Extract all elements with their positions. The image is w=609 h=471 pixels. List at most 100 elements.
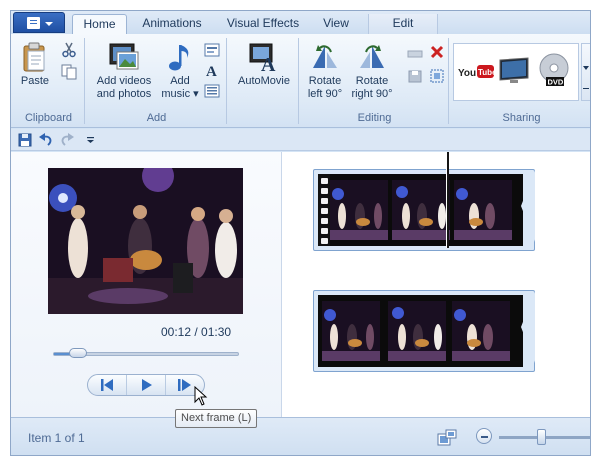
play-button[interactable] (127, 375, 166, 395)
playhead[interactable] (446, 152, 449, 248)
caption-icon[interactable]: A (204, 62, 220, 80)
rotate-left-icon (309, 42, 341, 72)
tab-visual-effects[interactable]: Visual Effects (215, 14, 311, 34)
youtube-you-text: You (458, 68, 476, 79)
add-music-line2: music ▾ (161, 88, 199, 100)
automovie-label: AutoMovie (238, 75, 290, 87)
svg-text:A: A (261, 54, 276, 72)
tab-edit[interactable]: Edit (368, 14, 438, 34)
storyboard-pane (283, 152, 590, 417)
gallery-more-icon (583, 66, 589, 70)
video-preview[interactable] (48, 168, 243, 314)
clip-frame (322, 301, 380, 361)
seek-thumb[interactable] (68, 348, 87, 358)
editing-group-label: Editing (357, 112, 392, 124)
paste-icon (19, 42, 51, 72)
playback-controls (87, 374, 205, 396)
sharing-group: You Tube (451, 38, 590, 124)
music-note-icon (164, 42, 196, 72)
preview-pane: 00:12 / 01:30 Next frame (L) (11, 152, 282, 428)
rotate-right-line1: Rotate (355, 75, 389, 87)
ribbon-tab-strip: Home Animations Visual Effects View Edit (11, 11, 590, 35)
snapshot-icon[interactable] (407, 68, 423, 84)
clip-frame (388, 301, 446, 361)
sharing-gallery: You Tube (453, 43, 579, 101)
app-menu-icon (27, 17, 40, 29)
youtube-icon[interactable]: You Tube (458, 62, 497, 85)
zoom-thumb[interactable] (537, 429, 546, 445)
ribbon: Paste Clipboard Add videos and photos Ad… (11, 34, 590, 128)
clip-frame (454, 180, 512, 240)
rotate-left-button[interactable]: Rotate left 90° (303, 42, 347, 101)
add-group-label: Add (146, 112, 167, 124)
clip-frame (330, 180, 388, 240)
youtube-tube-text: Tube (478, 68, 494, 77)
app-window: Home Animations Visual Effects View Edit (10, 10, 591, 456)
credits-icon[interactable] (204, 83, 220, 99)
gallery-expand-icon (583, 88, 589, 89)
paste-button[interactable]: Paste (17, 42, 53, 88)
automovie-icon: A (248, 42, 280, 76)
storyboard-clip[interactable] (313, 290, 535, 372)
automovie-button[interactable]: A AutoMovie (231, 42, 297, 88)
clipboard-group: Paste Clipboard (13, 38, 85, 124)
clipboard-group-label: Clipboard (24, 112, 73, 124)
save-icon[interactable] (17, 132, 33, 148)
rotate-right-icon (356, 42, 388, 72)
clip-thumbnails (318, 174, 523, 246)
film-strip-holes (318, 174, 330, 246)
zoom-out-button[interactable] (476, 428, 492, 444)
cut-icon[interactable] (61, 42, 77, 58)
trim-icon[interactable] (407, 46, 423, 62)
clip-end-notch (521, 170, 535, 242)
svg-text:A: A (206, 64, 217, 78)
film-photo-icon (108, 42, 140, 72)
application-menu-button[interactable] (13, 12, 65, 33)
dvd-text: DVD (548, 78, 564, 87)
copy-icon[interactable] (61, 64, 77, 80)
redo-icon[interactable] (59, 132, 75, 148)
time-display: 00:12 / 01:30 (161, 325, 232, 339)
next-frame-tooltip: Next frame (L) (175, 409, 258, 428)
add-music-button[interactable]: Add music ▾ (161, 42, 199, 101)
rotate-left-line2: left 90° (307, 88, 343, 100)
main-content: 00:12 / 01:30 Next frame (L) (11, 152, 590, 428)
paste-label: Paste (20, 75, 50, 87)
title-icon[interactable] (204, 42, 220, 58)
add-videos-line2: and photos (96, 88, 152, 100)
customize-dropdown-icon[interactable] (83, 132, 99, 148)
monitor-icon[interactable] (498, 56, 530, 89)
select-all-icon[interactable] (429, 68, 445, 84)
editing-group: Rotate left 90° Rotate right 90° Editing (301, 38, 449, 124)
undo-icon[interactable] (38, 132, 54, 148)
tab-animations[interactable]: Animations (131, 14, 213, 34)
previous-frame-icon (101, 379, 113, 391)
previous-frame-button[interactable] (88, 375, 127, 395)
clip-end-notch (521, 291, 535, 363)
remove-icon[interactable] (429, 44, 445, 60)
status-bar: Item 1 of 1 (11, 417, 590, 455)
quick-access-toolbar (11, 129, 590, 151)
clip-frame (452, 301, 510, 361)
sharing-group-label: Sharing (502, 112, 541, 124)
add-videos-and-photos-button[interactable]: Add videos and photos (91, 42, 157, 101)
chevron-down-icon (45, 22, 53, 26)
item-count: Item 1 of 1 (28, 431, 85, 445)
add-music-line1: Add (170, 75, 190, 87)
rotate-right-button[interactable]: Rotate right 90° (347, 42, 397, 101)
play-icon (142, 379, 152, 391)
automovie-group: A AutoMovie (229, 38, 299, 124)
add-group: Add videos and photos Add music ▾ A Add (87, 38, 227, 124)
rotate-left-line1: Rotate (308, 75, 342, 87)
clip-frame (392, 180, 450, 240)
mouse-cursor-icon (194, 386, 208, 406)
thumbnail-size-icon[interactable] (437, 429, 457, 450)
gallery-scroll[interactable] (581, 43, 590, 101)
dvd-icon[interactable]: DVD (538, 53, 570, 90)
rotate-right-line2: right 90° (351, 88, 393, 100)
tab-home[interactable]: Home (72, 14, 127, 35)
clip-thumbnails (318, 295, 523, 367)
tab-view[interactable]: View (313, 14, 359, 34)
storyboard-clip[interactable] (313, 169, 535, 251)
add-videos-line1: Add videos (96, 75, 152, 87)
